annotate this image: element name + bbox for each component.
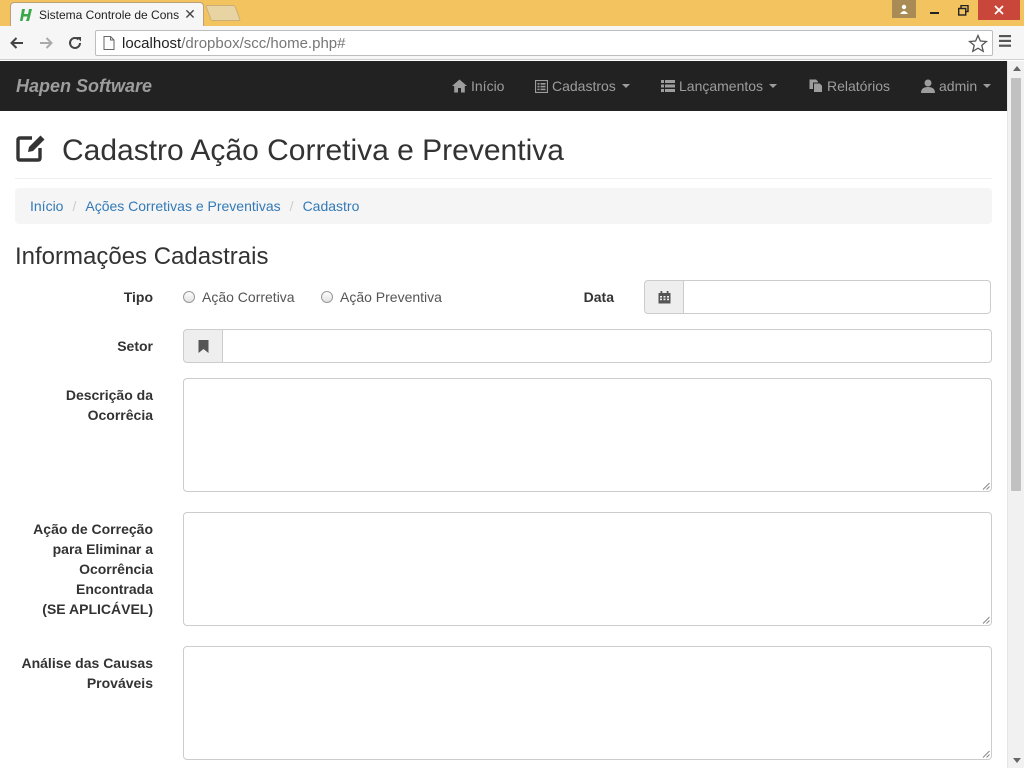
nav-label-relatorios: Relatórios bbox=[827, 78, 891, 94]
section-title: Informações Cadastrais bbox=[15, 243, 269, 270]
descricao-textarea[interactable] bbox=[183, 378, 992, 492]
page-icon bbox=[100, 34, 118, 52]
minimize-icon[interactable] bbox=[922, 0, 948, 20]
new-tab-button[interactable] bbox=[205, 5, 241, 21]
resize-grip-icon[interactable] bbox=[981, 615, 990, 624]
acao-label-line: Ocorrência bbox=[79, 561, 153, 577]
url-host: localhost bbox=[122, 34, 182, 52]
chevron-down-icon bbox=[769, 84, 778, 88]
radio-label-preventiva: Ação Preventiva bbox=[340, 289, 442, 305]
nav-item-admin[interactable]: admin bbox=[921, 61, 992, 111]
radio-acao-corretiva[interactable]: Ação Corretiva bbox=[183, 287, 295, 307]
acao-label-line: para Eliminar a bbox=[52, 541, 153, 557]
data-input-group bbox=[644, 280, 991, 314]
scroll-up-arrow-icon[interactable] bbox=[1013, 66, 1021, 71]
browser-toolbar: localhost/dropbox/scc/home.php# bbox=[0, 26, 1024, 60]
resize-grip-icon[interactable] bbox=[981, 749, 990, 758]
scroll-down-arrow-icon[interactable] bbox=[1013, 758, 1021, 763]
acao-label-line: Ação de Correção bbox=[33, 521, 153, 537]
page-scrollbar[interactable] bbox=[1007, 61, 1024, 768]
tipo-label: Tipo bbox=[123, 289, 153, 305]
descricao-label: Descrição da Ocorrêcia bbox=[20, 385, 153, 425]
reload-icon[interactable] bbox=[63, 31, 87, 55]
tab-close-icon[interactable]: ✕ bbox=[183, 6, 197, 23]
list-alt-icon bbox=[535, 79, 548, 93]
breadcrumb-acoes[interactable]: Ações Corretivas e Preventivas bbox=[85, 198, 280, 214]
browser-menu-icon[interactable] bbox=[998, 34, 1018, 52]
page-viewport: Hapen Software Início Cadastros Lançamen… bbox=[0, 61, 1024, 768]
navbar-brand[interactable]: Hapen Software bbox=[16, 76, 152, 97]
breadcrumb-separator: / bbox=[289, 198, 294, 214]
acao-label-line: (SE APLICÁVEL) bbox=[42, 601, 153, 617]
nav-item-lancamentos[interactable]: Lançamentos bbox=[661, 61, 778, 111]
nav-label-inicio: Início bbox=[471, 78, 505, 94]
radio-button[interactable] bbox=[321, 291, 333, 303]
top-navbar: Hapen Software Início Cadastros Lançamen… bbox=[0, 61, 1007, 111]
duplicate-icon bbox=[809, 79, 823, 93]
bookmark-icon bbox=[183, 329, 223, 363]
setor-input-group bbox=[183, 329, 992, 363]
descricao-label-line: Descrição da bbox=[65, 387, 153, 403]
close-window-icon[interactable] bbox=[978, 0, 1020, 20]
bookmark-star-icon[interactable] bbox=[967, 33, 989, 54]
url-text: localhost/dropbox/scc/home.php# bbox=[122, 35, 345, 52]
acao-correcao-textarea[interactable] bbox=[183, 512, 992, 626]
user-profile-icon[interactable] bbox=[892, 0, 916, 18]
list-icon bbox=[661, 80, 675, 92]
breadcrumb-inicio[interactable]: Início bbox=[30, 198, 63, 214]
acao-label: Ação de Correção para Eliminar a Ocorrên… bbox=[10, 519, 153, 619]
nav-item-cadastros[interactable]: Cadastros bbox=[535, 61, 630, 111]
chevron-down-icon bbox=[983, 84, 992, 88]
breadcrumb: Início / Ações Corretivas e Preventivas … bbox=[15, 188, 992, 224]
analise-label-line: Prováveis bbox=[86, 675, 153, 691]
address-bar[interactable]: localhost/dropbox/scc/home.php# bbox=[95, 30, 993, 56]
resize-grip-icon[interactable] bbox=[981, 481, 990, 490]
browser-tab[interactable]: Sistema Controle de Cons ✕ bbox=[10, 2, 204, 26]
setor-select[interactable] bbox=[223, 329, 992, 363]
radio-label-corretiva: Ação Corretiva bbox=[202, 289, 295, 305]
calendar-icon[interactable] bbox=[644, 280, 684, 314]
breadcrumb-separator: / bbox=[72, 198, 77, 214]
analise-label-line: Análise das Causas bbox=[21, 655, 153, 671]
restore-icon[interactable] bbox=[950, 0, 976, 20]
page-header: Cadastro Ação Corretiva e Preventiva bbox=[15, 133, 992, 179]
user-icon bbox=[921, 79, 935, 93]
back-arrow-icon[interactable] bbox=[5, 31, 29, 55]
setor-label: Setor bbox=[117, 338, 153, 354]
nav-item-inicio[interactable]: Início bbox=[452, 61, 504, 111]
descricao-label-line: Ocorrêcia bbox=[87, 407, 153, 423]
chevron-down-icon bbox=[621, 84, 630, 88]
nav-label-lancamentos: Lançamentos bbox=[679, 78, 764, 94]
radio-acao-preventiva[interactable]: Ação Preventiva bbox=[321, 287, 442, 307]
analise-causas-textarea[interactable] bbox=[183, 646, 992, 760]
nav-item-relatorios[interactable]: Relatórios bbox=[809, 61, 890, 111]
tab-title: Sistema Controle de Cons bbox=[39, 7, 180, 22]
scrollbar-thumb[interactable] bbox=[1011, 78, 1021, 491]
forward-arrow-icon[interactable] bbox=[34, 31, 58, 55]
radio-button[interactable] bbox=[183, 291, 195, 303]
nav-label-cadastros: Cadastros bbox=[552, 78, 616, 94]
url-path: /dropbox/scc/home.php# bbox=[181, 34, 346, 52]
data-field[interactable] bbox=[684, 280, 991, 314]
home-icon bbox=[452, 79, 467, 93]
nav-label-admin: admin bbox=[939, 78, 978, 94]
hapen-favicon-icon bbox=[19, 7, 35, 23]
data-label: Data bbox=[583, 289, 614, 305]
browser-titlebar: Sistema Controle de Cons ✕ bbox=[0, 0, 1024, 26]
page-title: Cadastro Ação Corretiva e Preventiva bbox=[62, 134, 564, 167]
breadcrumb-cadastro[interactable]: Cadastro bbox=[303, 198, 360, 214]
acao-label-line: Encontrada bbox=[75, 581, 153, 597]
edit-icon bbox=[16, 135, 45, 162]
analise-label: Análise das Causas Prováveis bbox=[10, 653, 153, 693]
